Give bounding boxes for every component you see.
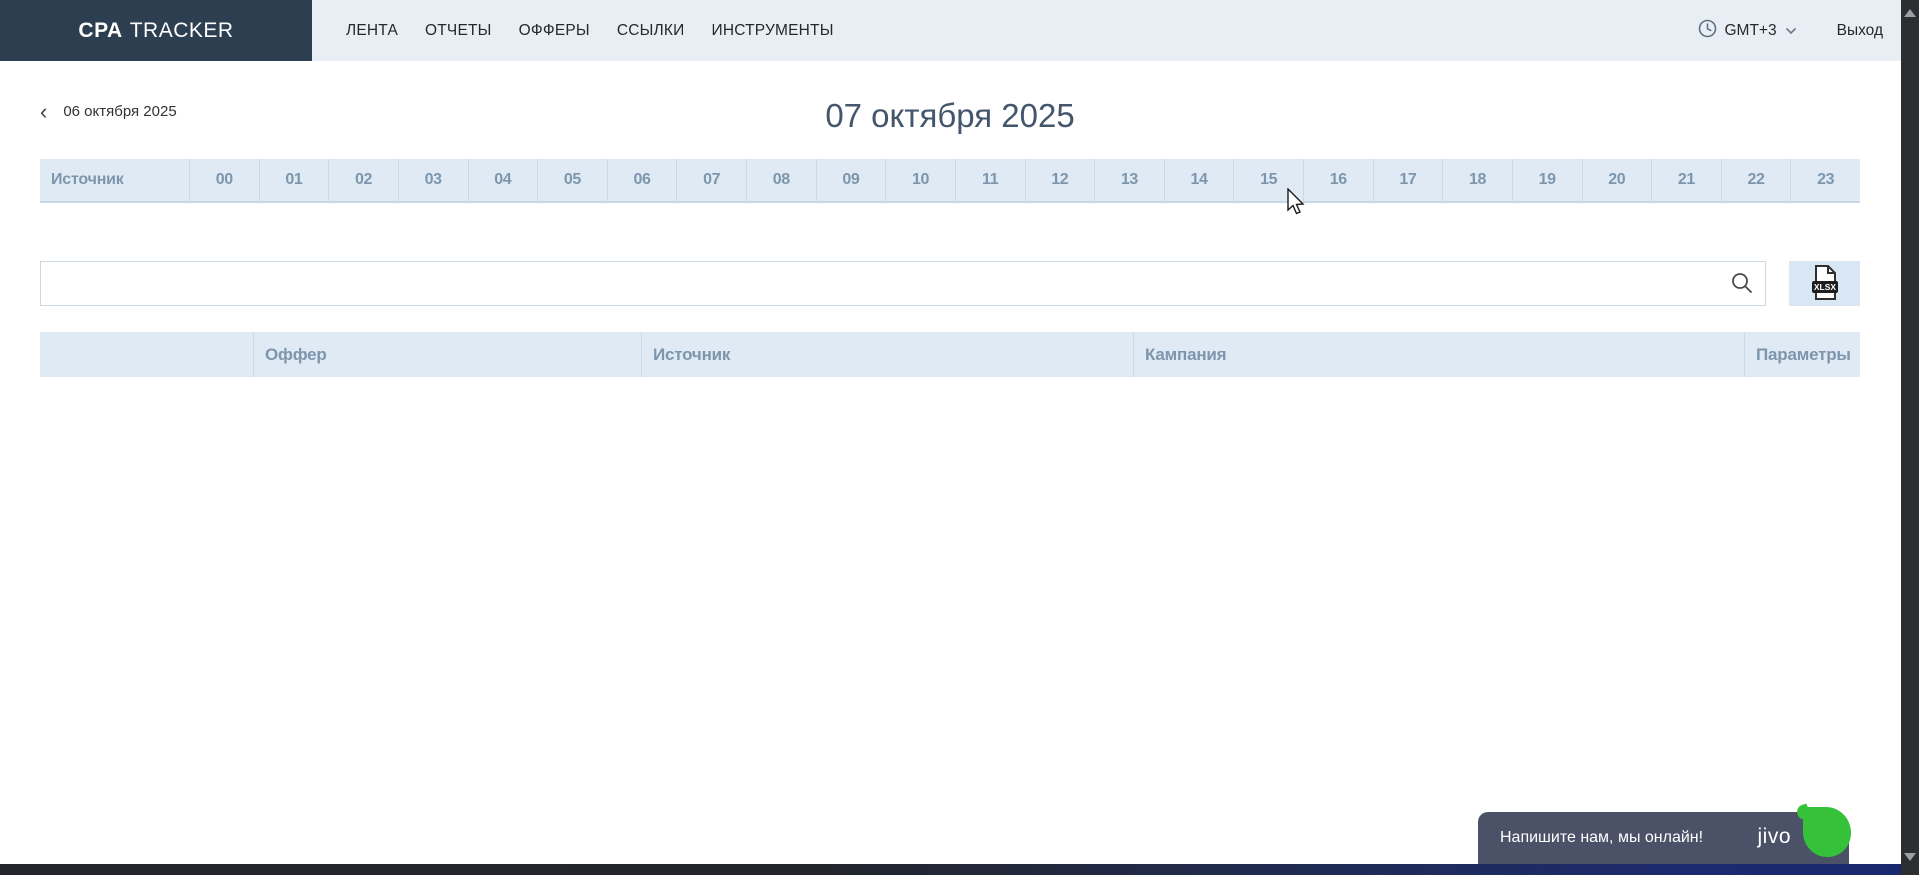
nav-item-0[interactable]: ЛЕНТА [346, 22, 398, 40]
hours-header-table: Источник 0001020304050607080910111213141… [40, 159, 1860, 203]
page-title: 07 октября 2025 [40, 97, 1860, 135]
logout-link[interactable]: Выход [1837, 22, 1883, 40]
scroll-down-icon[interactable] [1904, 853, 1916, 861]
hour-column-21: 21 [1652, 159, 1722, 201]
nav-item-4[interactable]: ИНСТРУМЕНТЫ [711, 22, 833, 40]
vertical-scrollbar[interactable] [1901, 0, 1919, 875]
xlsx-export-button[interactable]: XLSX [1789, 261, 1860, 306]
hour-column-18: 18 [1443, 159, 1513, 201]
table-header-row: ОфферИсточникКампанияПараметры [40, 332, 1860, 377]
table-column-header-4: Параметры [1744, 332, 1860, 377]
nav-item-1[interactable]: ОТЧЕТЫ [425, 22, 492, 40]
table-column-header-1: Оффер [253, 332, 641, 377]
hour-column-02: 02 [329, 159, 399, 201]
chat-widget[interactable]: Напишите нам, мы онлайн! jivo [1478, 812, 1849, 864]
table-column-header-2: Источник [641, 332, 1133, 377]
search-icon[interactable] [1730, 271, 1754, 300]
hour-column-16: 16 [1304, 159, 1374, 201]
hour-column-10: 10 [886, 159, 956, 201]
hour-column-03: 03 [399, 159, 469, 201]
hours-source-column-header: Источник [40, 159, 190, 201]
search-box [40, 261, 1766, 306]
timezone-label: GMT+3 [1725, 22, 1777, 40]
hour-column-05: 05 [538, 159, 608, 201]
hour-column-13: 13 [1095, 159, 1165, 201]
leaf-icon [1803, 807, 1851, 857]
hour-column-14: 14 [1165, 159, 1235, 201]
search-row: XLSX [40, 261, 1860, 306]
table-column-header-0 [40, 332, 253, 377]
nav-menu: ЛЕНТА ОТЧЕТЫ ОФФЕРЫ ССЫЛКИ ИНСТРУМЕНТЫ [346, 0, 834, 61]
hour-column-04: 04 [469, 159, 539, 201]
hour-column-20: 20 [1583, 159, 1653, 201]
top-navbar: CPA TRACKER ЛЕНТА ОТЧЕТЫ ОФФЕРЫ ССЫЛКИ ИНСТР… [0, 0, 1919, 61]
hour-column-11: 11 [956, 159, 1026, 201]
logo-rest: TRACKER [130, 19, 234, 43]
table-column-header-3: Кампания [1133, 332, 1744, 377]
search-input[interactable] [40, 261, 1766, 306]
hour-column-19: 19 [1513, 159, 1583, 201]
hour-column-15: 15 [1234, 159, 1304, 201]
clock-icon [1698, 19, 1717, 43]
hour-column-23: 23 [1791, 159, 1860, 201]
hour-column-06: 06 [608, 159, 678, 201]
hour-column-07: 07 [677, 159, 747, 201]
hour-column-12: 12 [1026, 159, 1096, 201]
app-logo[interactable]: CPA TRACKER [0, 0, 312, 61]
xlsx-file-icon: XLSX [1808, 264, 1841, 304]
hour-column-17: 17 [1374, 159, 1444, 201]
chat-message: Напишите нам, мы онлайн! [1500, 829, 1703, 847]
prev-date-link[interactable]: ‹ 06 октября 2025 [40, 103, 177, 120]
hour-column-00: 00 [190, 159, 260, 201]
nav-item-2[interactable]: ОФФЕРЫ [519, 22, 590, 40]
hour-column-01: 01 [260, 159, 330, 201]
hours-header-row: 0001020304050607080910111213141516171819… [190, 159, 1860, 201]
timezone-selector[interactable]: GMT+3 [1698, 19, 1797, 43]
chevron-left-icon: ‹ [40, 105, 47, 119]
scroll-up-icon[interactable] [1904, 9, 1916, 17]
main-content: ‹ 06 октября 2025 07 октября 2025 Источн… [40, 97, 1860, 377]
page: CPA TRACKER ЛЕНТА ОТЧЕТЫ ОФФЕРЫ ССЫЛКИ ИНСТР… [0, 0, 1919, 875]
hour-column-09: 09 [817, 159, 887, 201]
bottom-window-edge [0, 864, 1919, 875]
hour-column-22: 22 [1722, 159, 1792, 201]
chat-brand-label: jivo [1757, 825, 1791, 849]
nav-item-3[interactable]: ССЫЛКИ [617, 22, 685, 40]
chevron-down-icon [1785, 22, 1797, 40]
date-navigation: ‹ 06 октября 2025 07 октября 2025 [40, 97, 1860, 135]
logo-bold: CPA [78, 19, 122, 43]
hour-column-08: 08 [747, 159, 817, 201]
navbar-right: GMT+3 Выход [1698, 0, 1919, 61]
prev-date-label: 06 октября 2025 [63, 103, 176, 120]
xlsx-label: XLSX [1814, 282, 1837, 292]
